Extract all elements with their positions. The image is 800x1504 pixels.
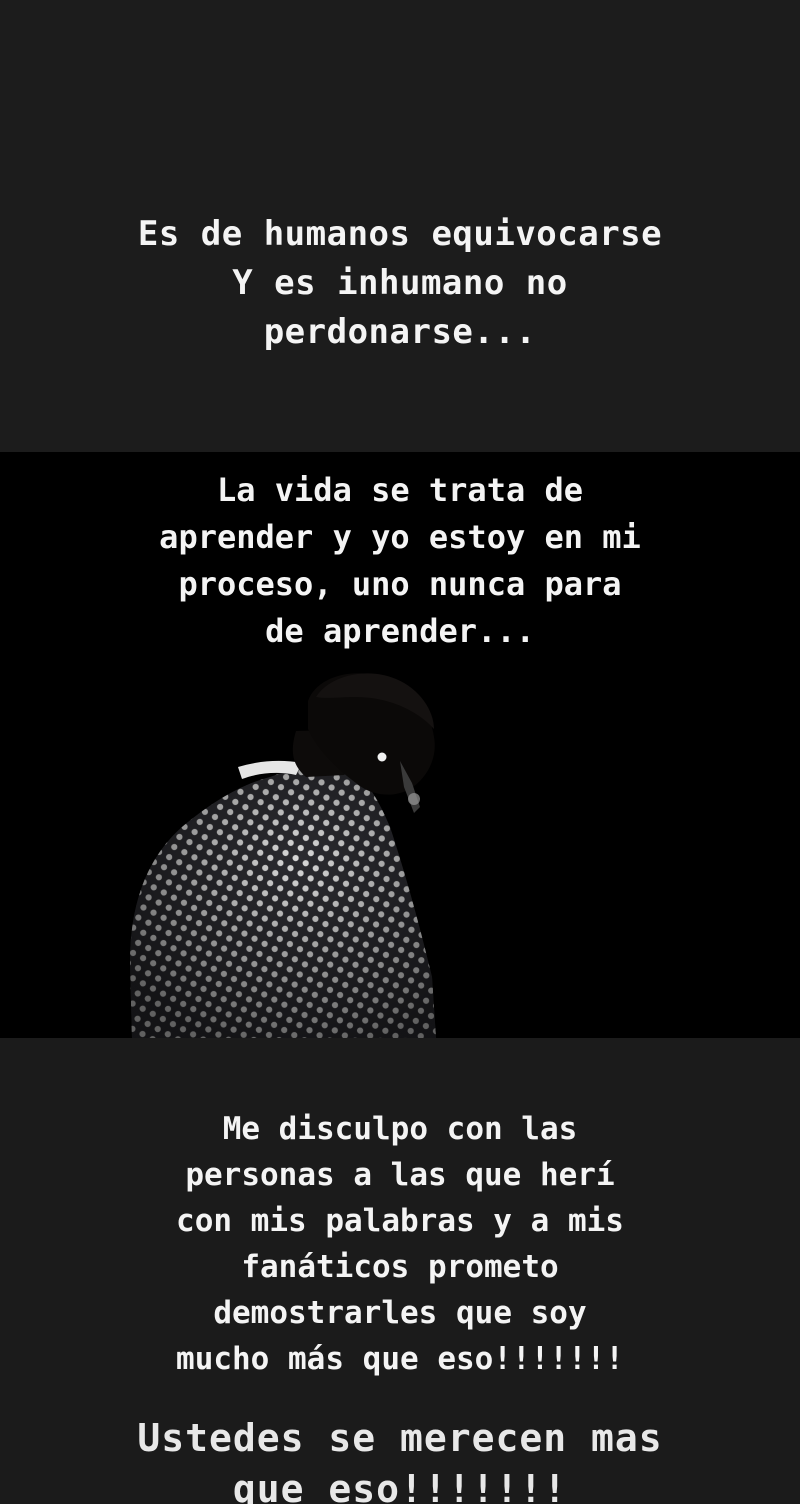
apology-caption: Me disculpo con las personas a las que h… [176,1111,624,1377]
story-screen: Es de humanos equivocarse Y es inhumano … [0,0,800,1504]
top-text-panel: Es de humanos equivocarse Y es inhumano … [0,0,800,452]
bottom-text-panel: Me disculpo con las personas a las que h… [0,1038,800,1504]
closing-caption: Ustedes se merecen mas que eso!!!!!!! [137,1416,663,1504]
photo-caption: La vida se trata de aprender y yo estoy … [159,471,641,650]
top-caption: Es de humanos equivocarse Y es inhumano … [137,214,663,352]
photo-panel: La vida se trata de aprender y yo estoy … [0,452,800,1038]
person-photo [130,673,436,1038]
